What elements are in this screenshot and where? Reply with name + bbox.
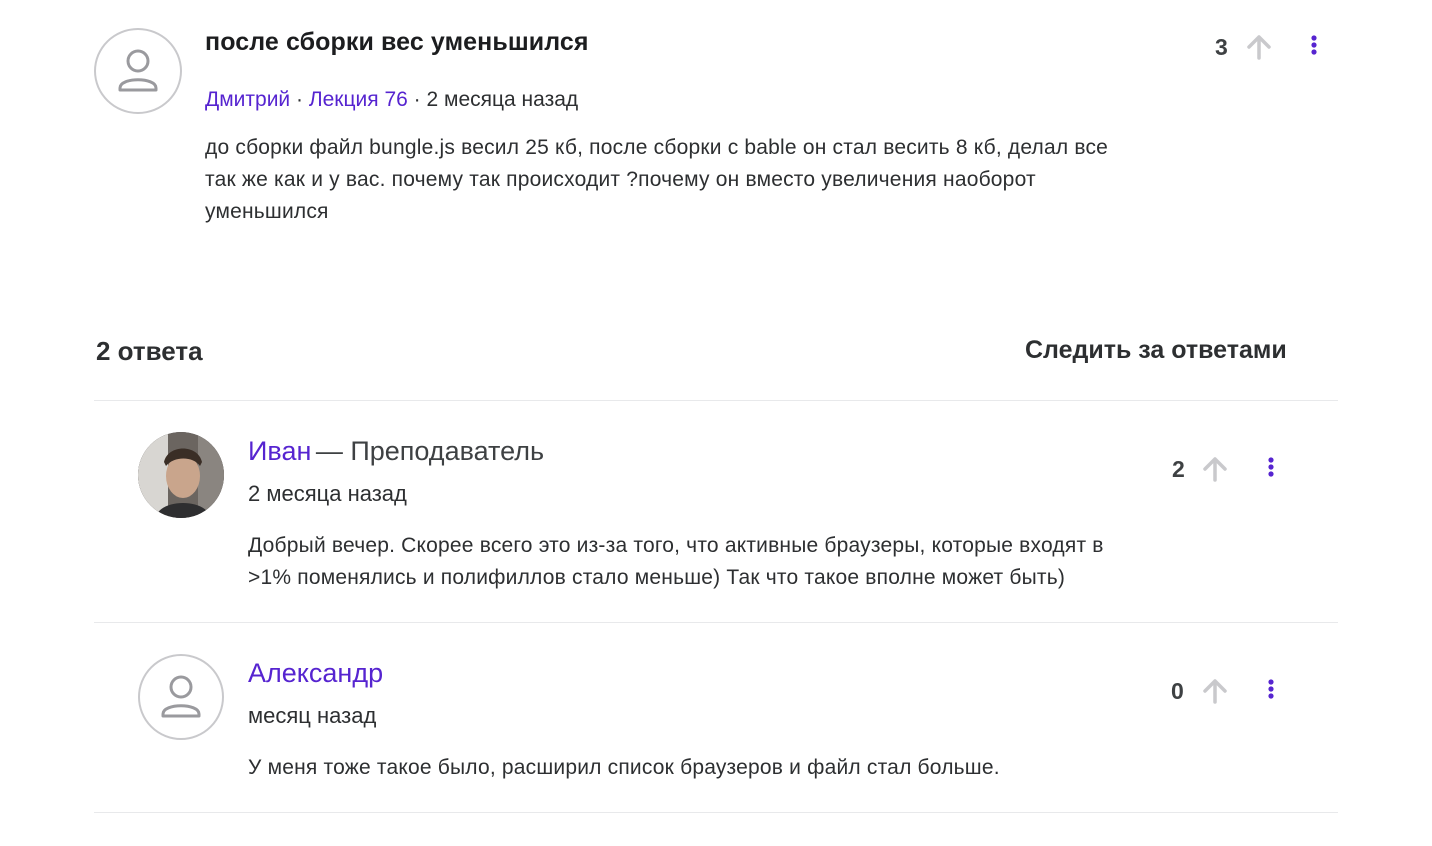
answer-body-line: Добрый вечер. Скорее всего это из-за тог… — [248, 534, 1104, 557]
answer-author-avatar[interactable] — [138, 654, 224, 740]
question-title: после сборки вес уменьшился — [205, 28, 589, 56]
answer-author-line: Александр — [248, 658, 383, 689]
avatar-photo-icon — [138, 432, 224, 518]
arrow-up-icon[interactable] — [1201, 455, 1229, 483]
answers-count-heading: 2 ответа — [96, 336, 203, 366]
arrow-up-icon[interactable] — [1201, 677, 1229, 705]
answer-time: 2 месяца назад — [248, 481, 407, 506]
answer-body: Добрый вечер. Скорее всего это из-за тог… — [248, 530, 1308, 594]
answer-vote-count: 2 — [1172, 456, 1185, 482]
user-icon — [161, 675, 201, 718]
question-lecture-link[interactable]: Лекция 76 — [309, 88, 408, 111]
divider — [94, 812, 1338, 813]
answer-author-line: Иван — Преподаватель — [248, 436, 544, 467]
answer-vote-count: 0 — [1171, 678, 1184, 704]
question-body-line: уменьшился — [205, 200, 329, 223]
question-meta: Дмитрий · Лекция 76 · 2 месяца назад — [205, 88, 578, 112]
question-time: 2 месяца назад — [426, 88, 579, 111]
meta-separator: · — [296, 88, 303, 111]
kebab-menu-icon[interactable] — [1263, 456, 1279, 480]
kebab-menu-icon[interactable] — [1306, 34, 1322, 58]
question-body-line: так же как и у вас. почему так происходи… — [205, 168, 1036, 191]
user-icon — [118, 49, 158, 92]
question-author-link[interactable]: Дмитрий — [205, 88, 290, 111]
follow-answers-button[interactable]: Следить за ответами — [1025, 336, 1287, 365]
question-body-line: до сборки файл bungle.js весил 25 кб, по… — [205, 136, 1109, 159]
answer-author-avatar[interactable] — [138, 432, 224, 518]
meta-separator: · — [413, 88, 421, 111]
arrow-up-icon[interactable] — [1245, 33, 1273, 61]
divider — [94, 622, 1338, 623]
answer-author-link[interactable]: Иван — [248, 436, 311, 466]
kebab-menu-icon[interactable] — [1263, 678, 1279, 702]
answer-body: У меня тоже такое было, расширил список … — [248, 752, 1308, 784]
question-body: до сборки файл bungle.js весил 25 кб, по… — [205, 132, 1305, 228]
answer-author-link[interactable]: Александр — [248, 658, 383, 688]
question-author-avatar[interactable] — [94, 28, 182, 114]
answer-body-line: >1% поменялись и полифиллов стало меньше… — [248, 566, 1066, 589]
answer-author-role: — Преподаватель — [315, 436, 545, 466]
answer-body-line: У меня тоже такое было, расширил список … — [248, 756, 1000, 779]
question-vote-count: 3 — [1215, 34, 1228, 60]
answer-time: месяц назад — [248, 703, 377, 728]
divider — [94, 400, 1338, 401]
